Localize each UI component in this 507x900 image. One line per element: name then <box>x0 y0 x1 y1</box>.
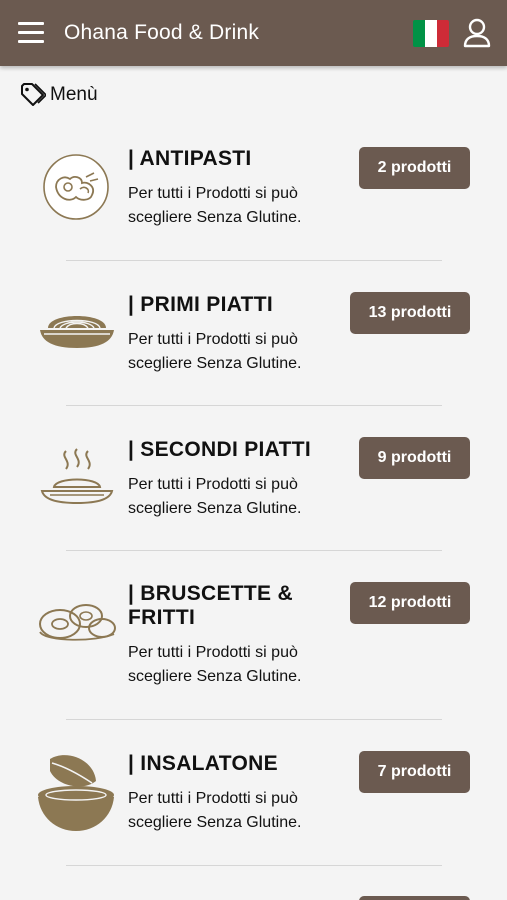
pasta-bowl-icon <box>40 316 114 348</box>
breadcrumb-label: Menù <box>50 84 98 105</box>
tag-icon <box>21 83 46 106</box>
hamburger-menu-icon[interactable] <box>18 22 44 44</box>
divider <box>66 405 442 406</box>
divider <box>66 719 442 720</box>
app-title: Ohana Food & Drink <box>64 21 260 44</box>
category-description: Per tutti i Prodotti si può scegliere Se… <box>128 331 302 372</box>
category-title: | BRUSCETTE & FRITTI <box>128 582 293 629</box>
category-title: | ANTIPASTI <box>128 147 252 170</box>
italian-flag-icon[interactable] <box>413 20 449 47</box>
antipasti-icon <box>43 154 109 220</box>
category-title: | PRIMI PIATTI <box>128 293 274 316</box>
category-item-partial[interactable] <box>0 893 507 900</box>
burger-icon <box>46 896 106 900</box>
breadcrumb: Menù <box>20 82 98 108</box>
category-description: Per tutti i Prodotti si può scegliere Se… <box>128 185 302 226</box>
top-app-bar: Ohana Food & Drink <box>0 0 507 66</box>
divider <box>66 550 442 551</box>
product-count-badge[interactable]: 7 prodotti <box>359 751 470 793</box>
category-description: Per tutti i Prodotti si può scegliere Se… <box>128 644 302 685</box>
product-count-badge[interactable]: 2 prodotti <box>359 147 470 189</box>
user-account-icon[interactable] <box>463 18 491 48</box>
category-description: Per tutti i Prodotti si può scegliere Se… <box>128 476 302 517</box>
product-count-badge[interactable]: 12 prodotti <box>350 582 470 624</box>
product-count-badge[interactable]: 13 prodotti <box>350 292 470 334</box>
hot-dish-icon <box>40 448 114 505</box>
product-count-badge[interactable] <box>359 896 470 900</box>
divider <box>66 260 442 261</box>
product-count-badge[interactable]: 9 prodotti <box>359 437 470 479</box>
category-description: Per tutti i Prodotti si può scegliere Se… <box>128 790 302 831</box>
salad-bowl-icon <box>38 755 114 831</box>
divider <box>66 865 442 866</box>
fried-food-icon <box>39 604 116 641</box>
category-title: | INSALATONE <box>128 752 278 775</box>
category-title: | SECONDI PIATTI <box>128 438 311 461</box>
